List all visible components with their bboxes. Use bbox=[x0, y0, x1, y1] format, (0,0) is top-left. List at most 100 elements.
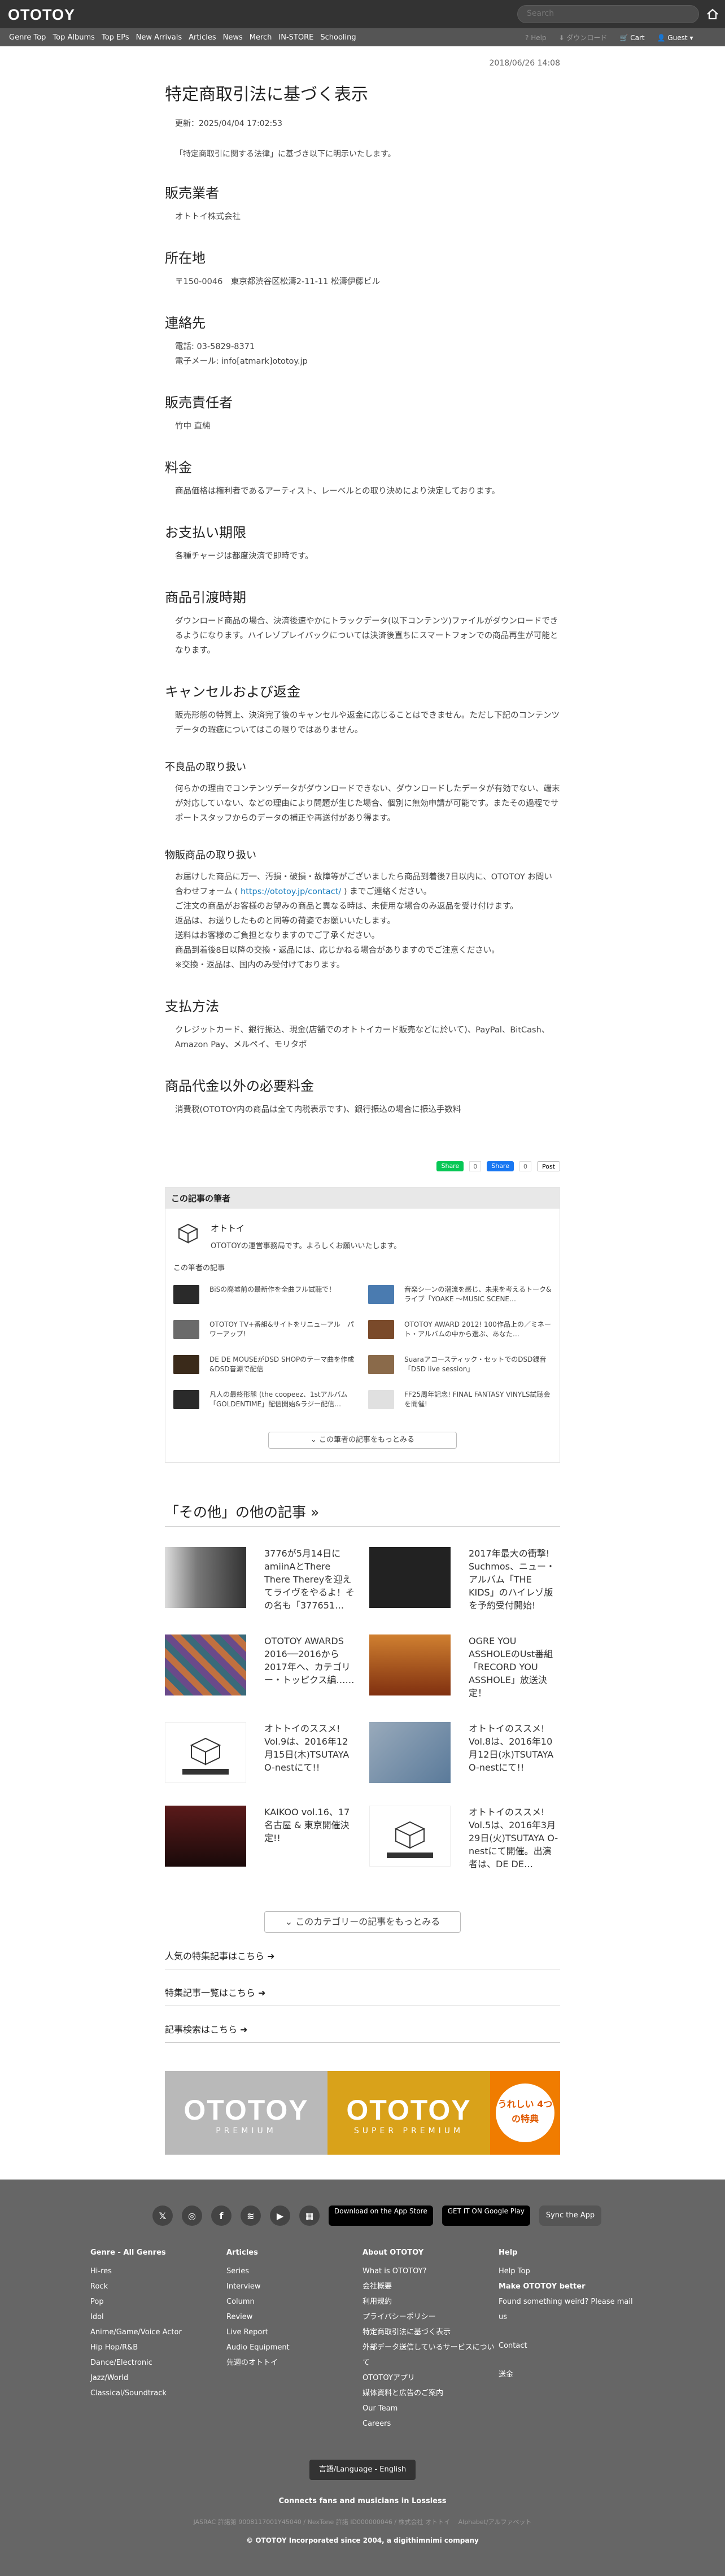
site-logo[interactable]: OTOTOY bbox=[8, 6, 75, 24]
other-article[interactable]: OGRE YOU ASSHOLEのUst番組「RECORD YOU ASSHOL… bbox=[369, 1634, 560, 1699]
footer-link[interactable]: Live Report bbox=[226, 2325, 362, 2340]
language-selector[interactable]: 言語/Language - English bbox=[309, 2460, 416, 2480]
footer-link[interactable]: Dance/Electronic bbox=[90, 2355, 226, 2370]
line-share-button[interactable]: Share bbox=[436, 1161, 464, 1171]
x-post-button[interactable]: Post bbox=[536, 1161, 560, 1171]
footer-link[interactable]: Anime/Game/Voice Actor bbox=[90, 2325, 226, 2340]
facebook-icon[interactable]: f bbox=[211, 2205, 232, 2226]
search-input[interactable] bbox=[527, 9, 689, 18]
footer-link[interactable]: 送金 bbox=[499, 2367, 635, 2382]
nav-news[interactable]: News bbox=[223, 33, 243, 42]
feature-list-link[interactable]: 特集記事一覧はこちら ➜ bbox=[165, 1985, 560, 2006]
goods-line: ※交換・返品は、国内のみ受付けております。 bbox=[175, 961, 345, 970]
footer-link[interactable]: Pop bbox=[90, 2294, 226, 2309]
footer-link[interactable]: Series bbox=[226, 2264, 362, 2279]
help-link[interactable]: ? Help bbox=[525, 34, 547, 42]
author-article[interactable]: FF25周年記念! FINAL FANTASY VINYLS試聴会を開催! bbox=[368, 1390, 552, 1409]
footer-link[interactable]: Our Team bbox=[362, 2401, 499, 2416]
footer-link[interactable]: プライバシーポリシー bbox=[362, 2309, 499, 2325]
footer-link: Make OTOTOY better bbox=[499, 2282, 586, 2291]
author-article[interactable]: 凡人の最終形態 (the coopeez、1stアルバム「GOLDENTIME」… bbox=[173, 1390, 357, 1409]
other-article[interactable]: KAIKOO vol.16、17名古屋 & 東京開催決定!! bbox=[165, 1806, 356, 1871]
footer-link[interactable]: Hip Hop/R&B bbox=[90, 2340, 226, 2355]
footer-link[interactable]: What is OTOTOY? bbox=[362, 2264, 499, 2279]
footer-link[interactable]: Contact bbox=[499, 2338, 635, 2353]
author-article[interactable]: OTOTOY TV+番組&サイトをリニューアル パワーアップ! bbox=[173, 1320, 357, 1339]
nav-articles[interactable]: Articles bbox=[189, 33, 216, 42]
nav-top-eps[interactable]: Top EPs bbox=[102, 33, 129, 42]
nav-top-albums[interactable]: Top Albums bbox=[53, 33, 95, 42]
nav-in-store[interactable]: IN-STORE bbox=[278, 33, 313, 42]
footer-link[interactable]: Careers bbox=[362, 2416, 499, 2431]
footer-col-heading[interactable]: Help bbox=[499, 2245, 635, 2260]
guest-menu[interactable]: 👤 Guest ▾ bbox=[657, 34, 693, 42]
lead-text: 「特定商取引に関する法律」に基づき以下に明示いたします。 bbox=[175, 150, 396, 159]
footer-link[interactable]: Jazz/World bbox=[90, 2370, 226, 2386]
user-icon: 👤 bbox=[657, 33, 666, 42]
footer-link[interactable]: Help Top bbox=[499, 2264, 635, 2279]
footer-link[interactable]: OTOTOYアプリ bbox=[362, 2370, 499, 2386]
category-more-button[interactable]: ⌄ このカテゴリーの記事をもっとみる bbox=[264, 1911, 461, 1933]
footer-link[interactable]: Review bbox=[226, 2309, 362, 2325]
other-article[interactable]: オトトイのススメ! Vol.9は、2016年12月15日(木)TSUTAYA O… bbox=[165, 1722, 356, 1783]
author-article[interactable]: 音楽シーンの潮流を感じ、未来を考えるトーク&ライブ「YOAKE ～MUSIC S… bbox=[368, 1285, 552, 1304]
footer-link[interactable]: Found something weird? Please mail us bbox=[499, 2294, 635, 2325]
app-store-badge[interactable]: Download on the App Store bbox=[329, 2205, 433, 2226]
contact-form-link[interactable]: https://ototoy.jp/contact/ bbox=[241, 887, 341, 896]
author-article[interactable]: BiSの廃墟前の最新作を全曲フル試聴で！ bbox=[173, 1285, 357, 1304]
other-article[interactable]: オトトイのススメ! Vol.8は、2016年10月12日(水)TSUTAYA O… bbox=[369, 1722, 560, 1783]
author-article[interactable]: DE DE MOUSEがDSD SHOPのテーマ曲を作成&DSD音源で配信 bbox=[173, 1355, 357, 1374]
footer-link[interactable]: 会社概要 bbox=[362, 2279, 499, 2294]
instagram-icon[interactable]: ◎ bbox=[182, 2205, 202, 2226]
author-name[interactable]: オトトイ bbox=[211, 1222, 401, 1234]
other-article[interactable]: 2017年最大の衝撃! Suchmos、ニュー・アルバム「THE KIDS」のハ… bbox=[369, 1547, 560, 1612]
footer-link[interactable]: Idol bbox=[90, 2309, 226, 2325]
other-article[interactable]: 3776が5月14日にamiinAとThere There Thereyを迎えて… bbox=[165, 1547, 356, 1612]
user-nav: ? Help ⬇ ダウンロード 🛒 Cart 👤 Guest ▾ bbox=[525, 33, 693, 42]
author-article[interactable]: Suaraアコースティック・セットでのDSD録音「DSD live sessio… bbox=[368, 1355, 552, 1374]
footer-link[interactable]: 媒体資料と広告のご案内 bbox=[362, 2386, 499, 2401]
premium-banner[interactable]: OTOTOY PREMIUM OTOTOY SUPER PREMIUM うれしい… bbox=[165, 2071, 560, 2155]
facebook-share-button[interactable]: Share bbox=[487, 1161, 514, 1171]
footer-link[interactable]: Hi-res bbox=[90, 2264, 226, 2279]
other-article[interactable]: オトトイのススメ! Vol.5は、2016年3月29日(火)TSUTAYA O-… bbox=[369, 1806, 560, 1871]
nav-schooling[interactable]: Schooling bbox=[320, 33, 356, 42]
author-avatar[interactable] bbox=[176, 1220, 200, 1245]
spotify-icon[interactable]: ≋ bbox=[241, 2205, 261, 2226]
footer-col-heading[interactable]: Articles bbox=[226, 2245, 362, 2260]
downloads-link[interactable]: ⬇ ダウンロード bbox=[559, 33, 608, 42]
home-icon[interactable] bbox=[705, 6, 720, 22]
popular-features-link[interactable]: 人気の特集記事はこちら ➜ bbox=[165, 1949, 560, 1969]
podcast-icon[interactable]: ▦ bbox=[299, 2205, 320, 2226]
sync-app-button[interactable]: Sync the App bbox=[539, 2205, 602, 2226]
other-article[interactable]: OTOTOY AWARDS 2016──2016から2017年へ、カテゴリー・ト… bbox=[165, 1634, 356, 1699]
footer-col-heading[interactable]: Genre - All Genres bbox=[90, 2245, 226, 2260]
footer-link[interactable]: 先週のオトトイ bbox=[226, 2355, 362, 2370]
author-article[interactable]: OTOTOY AWARD 2012! 100作品上の／ミネート・アルバムの中から… bbox=[368, 1320, 552, 1339]
article-search-link[interactable]: 記事検索はこちら ➜ bbox=[165, 2022, 560, 2043]
footer-link[interactable]: 特定商取引法に基づく表示 bbox=[362, 2325, 499, 2340]
footer-link[interactable]: Interview bbox=[226, 2279, 362, 2294]
nav-merch[interactable]: Merch bbox=[250, 33, 272, 42]
nav-new-arrivals[interactable]: New Arrivals bbox=[136, 33, 182, 42]
others-heading[interactable]: 「その他」の他の記事 » bbox=[165, 1501, 560, 1527]
footer-link[interactable]: Classical/Soundtrack bbox=[90, 2386, 226, 2401]
footer-col-heading[interactable]: About OTOTOY bbox=[362, 2245, 499, 2260]
delivery-text: ダウンロード商品の場合、決済後速やかにトラックデータ(以下コンテンツ)ファイルが… bbox=[175, 617, 558, 655]
cancel-heading: キャンセルおよび返金 bbox=[165, 684, 300, 700]
footer-link[interactable]: 外部データ送信しているサービスについて bbox=[362, 2340, 499, 2370]
author-more-button[interactable]: ⌄ この筆者の記事をもっとみる bbox=[268, 1432, 457, 1449]
footer-link[interactable]: Rock bbox=[90, 2279, 226, 2294]
search-box[interactable] bbox=[517, 5, 699, 23]
footer-link[interactable]: Audio Equipment bbox=[226, 2340, 362, 2355]
x-icon[interactable]: 𝕏 bbox=[152, 2205, 173, 2226]
nav-genre-top[interactable]: Genre Top bbox=[9, 33, 46, 42]
payment-deadline-text: 各種チャージは都度決済で即時です。 bbox=[175, 552, 313, 561]
contact-phone: 電話: 03-5829-8371 bbox=[175, 342, 255, 351]
goods-line: 送料はお客様のご負担となりますのでご了承ください。 bbox=[175, 931, 380, 940]
youtube-icon[interactable]: ▶ bbox=[270, 2205, 290, 2226]
footer-link[interactable]: 利用規約 bbox=[362, 2294, 499, 2309]
footer-link[interactable]: Column bbox=[226, 2294, 362, 2309]
cart-link[interactable]: 🛒 Cart bbox=[619, 34, 644, 42]
google-play-badge[interactable]: GET IT ON Google Play bbox=[442, 2205, 530, 2226]
